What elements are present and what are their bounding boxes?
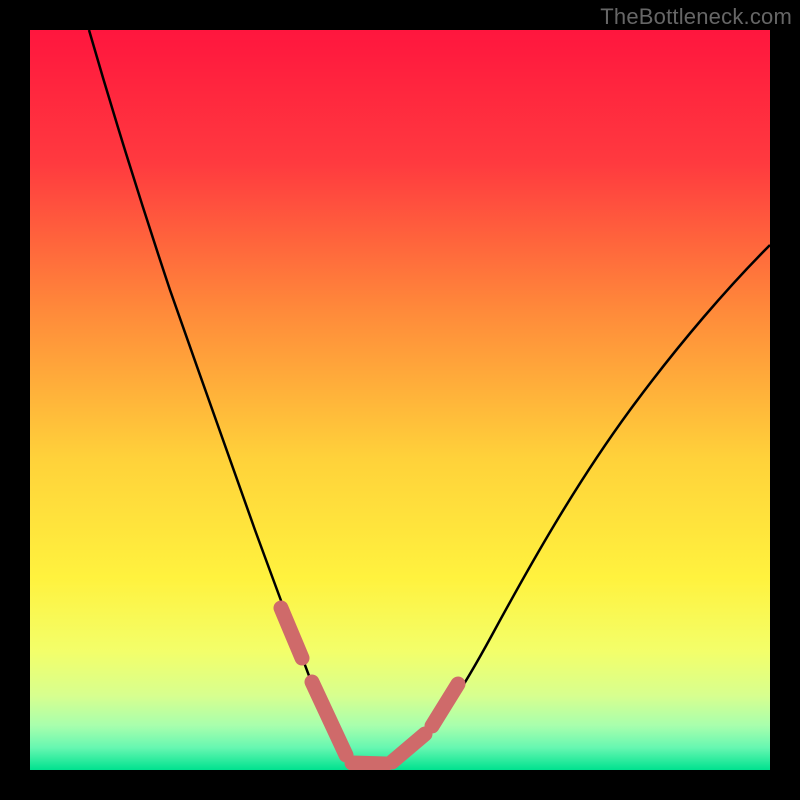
gradient-background — [30, 30, 770, 770]
watermark-text: TheBottleneck.com — [600, 4, 792, 30]
chart-frame: TheBottleneck.com — [0, 0, 800, 800]
plot-area — [30, 30, 770, 770]
chart-svg — [30, 30, 770, 770]
marker-seg-3 — [352, 763, 386, 764]
